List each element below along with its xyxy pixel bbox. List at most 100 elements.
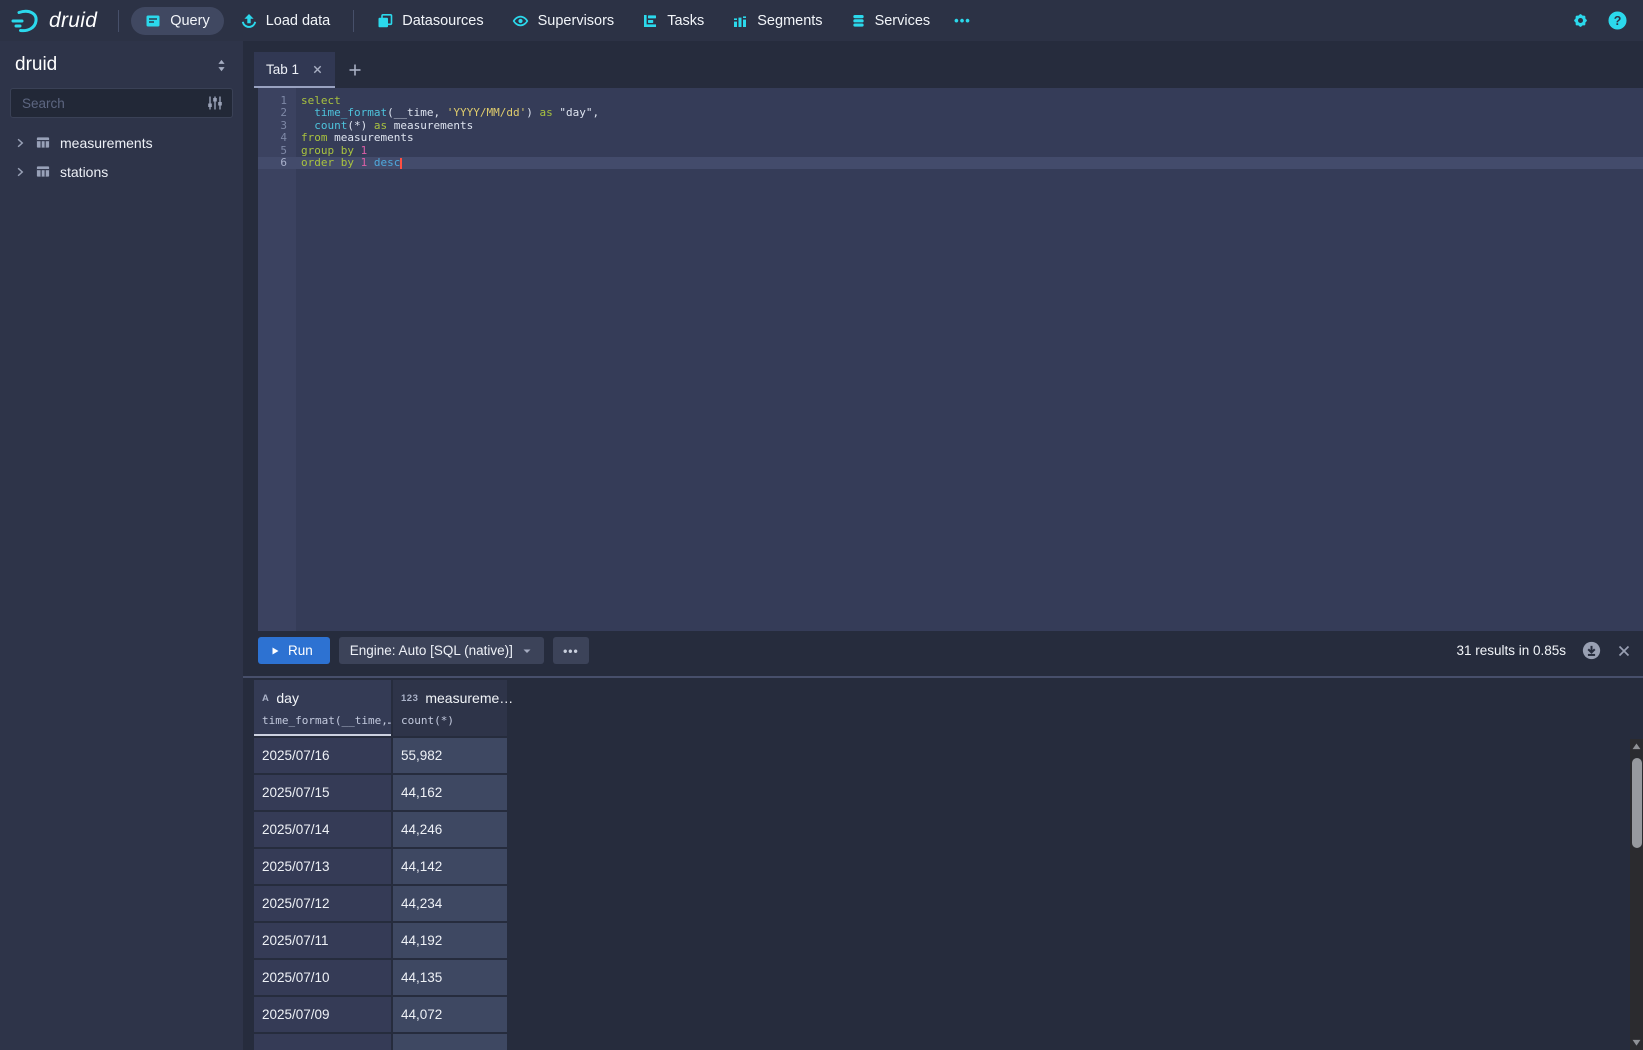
table-cell[interactable]: 44,135: [393, 960, 507, 995]
close-results-icon[interactable]: [1617, 644, 1631, 658]
editor-code[interactable]: select time_format(__time, 'YYYY/MM/dd')…: [296, 88, 1643, 631]
column-header-day[interactable]: A day time_format(__time,…: [254, 680, 391, 736]
results-summary: 31 results in 0.85s: [1456, 643, 1566, 658]
run-button[interactable]: Run: [258, 637, 330, 664]
code-token: group by: [301, 144, 354, 157]
line-number: 6: [258, 157, 296, 169]
filter-sliders-icon[interactable]: [207, 95, 223, 111]
nav-item-segments[interactable]: Segments: [718, 7, 836, 35]
more-icon: •••: [954, 13, 971, 28]
sidebar-item-stations[interactable]: stations: [0, 157, 243, 186]
chevron-right-icon[interactable]: [14, 137, 26, 149]
new-tab-button[interactable]: [335, 52, 375, 88]
table-cell[interactable]: 44,142: [393, 849, 507, 884]
run-bar: Run Engine: Auto [SQL (native)] ••• 31 r…: [243, 631, 1643, 670]
table-cell[interactable]: 44,072: [393, 997, 507, 1032]
close-tab-icon[interactable]: [312, 64, 323, 75]
code-token: measurements: [387, 119, 473, 132]
sidebar-title: druid: [15, 54, 57, 76]
chevron-right-icon[interactable]: [14, 166, 26, 178]
settings-gear-icon[interactable]: [1571, 11, 1590, 30]
code-token: order by: [301, 156, 354, 169]
code-line[interactable]: time_format(__time, 'YYYY/MM/dd') as "da…: [296, 107, 1643, 119]
nav-more-menu[interactable]: •••: [944, 7, 981, 34]
pane-divider[interactable]: [243, 676, 1643, 678]
sql-editor[interactable]: 123456 select time_format(__time, 'YYYY/…: [258, 88, 1643, 631]
eye-icon: [512, 13, 529, 29]
results-scrollbar[interactable]: [1630, 739, 1643, 1050]
code-token: [301, 119, 314, 132]
nav-item-tasks[interactable]: Tasks: [628, 7, 718, 35]
table-cell[interactable]: 44,234: [393, 886, 507, 921]
table-row: 2025/07/1144,192: [254, 923, 1643, 958]
sidebar-header: druid: [0, 41, 243, 86]
table-cell[interactable]: 2025/07/13: [254, 849, 391, 884]
query-icon: [145, 13, 161, 29]
table-cell[interactable]: 2025/07/15: [254, 775, 391, 810]
column-header-measurements[interactable]: 123 measureme… count(*): [393, 680, 507, 736]
text-cursor: [400, 158, 402, 169]
table-row: 2025/07/0944,072: [254, 997, 1643, 1032]
nav-item-services[interactable]: Services: [837, 7, 945, 35]
search-input[interactable]: [20, 95, 207, 112]
table-cell[interactable]: 2025/07/10: [254, 960, 391, 995]
download-icon[interactable]: [1582, 641, 1601, 660]
scroll-down-icon[interactable]: [1630, 1035, 1643, 1050]
logo-text: druid: [49, 9, 97, 33]
nav-label: Services: [875, 13, 931, 29]
table-row: 2025/07/1655,982: [254, 738, 1643, 773]
scrollbar-thumb[interactable]: [1632, 758, 1642, 848]
code-line[interactable]: from measurements: [296, 132, 1643, 144]
table-cell[interactable]: 44,246: [393, 812, 507, 847]
table-cell[interactable]: 2025/07/12: [254, 886, 391, 921]
table-cell[interactable]: 2025/07/11: [254, 923, 391, 958]
table-cell[interactable]: 44,192: [393, 923, 507, 958]
nav-label: Datasources: [402, 13, 483, 29]
code-line[interactable]: order by 1 desc: [296, 157, 1643, 169]
code-line[interactable]: count(*) as measurements: [296, 120, 1643, 132]
table-cell[interactable]: 44,162: [393, 775, 507, 810]
bar-chart-icon: [732, 13, 748, 29]
query-more-button[interactable]: •••: [553, 637, 589, 664]
code-token: (*): [347, 119, 374, 132]
swap-vertical-icon[interactable]: [215, 58, 228, 73]
line-number: 5: [258, 145, 296, 157]
scroll-up-icon[interactable]: [1630, 739, 1643, 754]
nav-item-load-data[interactable]: Load data: [227, 7, 345, 35]
table-cell[interactable]: [393, 1034, 507, 1050]
table-row: 2025/07/1444,246: [254, 812, 1643, 847]
code-token: 1: [361, 144, 368, 157]
upload-icon: [241, 13, 257, 29]
number-type-icon: 123: [401, 693, 418, 704]
nav-divider: [353, 10, 354, 32]
nav-item-datasources[interactable]: Datasources: [363, 7, 497, 35]
engine-select-button[interactable]: Engine: Auto [SQL (native)]: [339, 637, 544, 664]
more-icon: •••: [563, 644, 579, 658]
nav-item-supervisors[interactable]: Supervisors: [498, 7, 629, 35]
druid-logo[interactable]: druid: [0, 7, 109, 35]
play-icon: [270, 646, 280, 656]
tab-1[interactable]: Tab 1: [254, 52, 335, 88]
tab-bar: Tab 1: [243, 41, 1643, 88]
table-cell[interactable]: 2025/07/09: [254, 997, 391, 1032]
code-line[interactable]: group by 1: [296, 145, 1643, 157]
table-cell[interactable]: [254, 1034, 391, 1050]
datasource-sidebar: druid: [0, 41, 243, 1050]
column-expression: count(*): [401, 710, 507, 736]
nav-item-query[interactable]: Query: [131, 7, 224, 35]
results-body: 2025/07/1655,9822025/07/1544,1622025/07/…: [254, 738, 1643, 1050]
sidebar-item-measurements[interactable]: measurements: [0, 128, 243, 157]
table-row: 2025/07/1044,135: [254, 960, 1643, 995]
line-number: 3: [258, 120, 296, 132]
table-cell[interactable]: 2025/07/16: [254, 738, 391, 773]
string-type-icon: A: [262, 693, 269, 704]
nav-label: Segments: [757, 13, 822, 29]
column-name: measureme…: [425, 690, 513, 706]
help-icon[interactable]: ?: [1608, 11, 1627, 30]
code-token: as: [374, 119, 387, 132]
nav-label: Query: [170, 13, 210, 29]
table-cell[interactable]: 55,982: [393, 738, 507, 773]
run-bar-right: 31 results in 0.85s: [1456, 641, 1643, 660]
druid-logo-icon: [10, 7, 40, 35]
table-cell[interactable]: 2025/07/14: [254, 812, 391, 847]
